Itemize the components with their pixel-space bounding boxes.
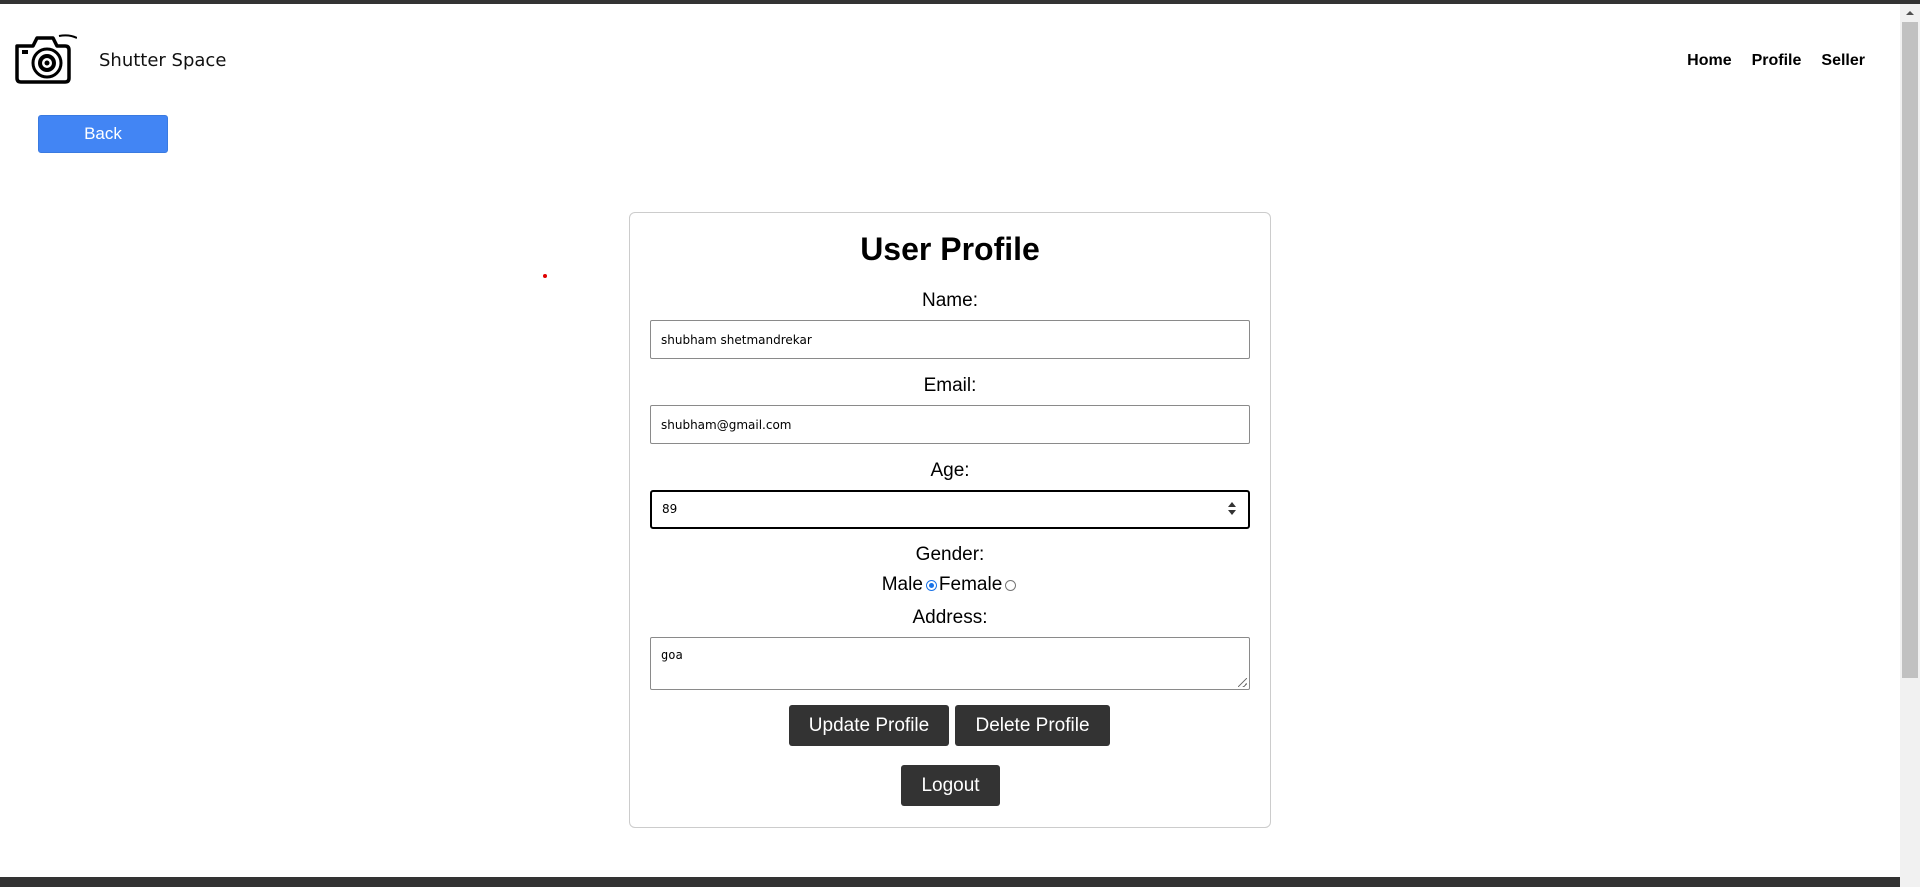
nav-home-link[interactable]: Home — [1687, 52, 1731, 70]
gender-male-radio[interactable] — [925, 579, 937, 591]
number-spinner-icon[interactable] — [1228, 502, 1236, 516]
address-label: Address: — [912, 607, 988, 628]
age-label: Age: — [930, 460, 970, 481]
name-field[interactable] — [650, 320, 1250, 359]
nav-profile-link[interactable]: Profile — [1752, 52, 1802, 70]
email-label: Email: — [923, 375, 977, 396]
camera-icon[interactable] — [13, 32, 78, 88]
nav-seller-link[interactable]: Seller — [1821, 52, 1865, 70]
age-field[interactable]: 89 — [650, 490, 1250, 529]
update-profile-button[interactable]: Update Profile — [789, 705, 949, 746]
gender-label: Gender: — [915, 544, 985, 565]
scrollbar-thumb[interactable] — [1902, 22, 1918, 678]
name-label: Name: — [922, 290, 978, 311]
gender-option-male-label: Male — [881, 574, 923, 595]
gender-option-female-label: Female — [938, 574, 1003, 595]
address-value: goa — [661, 648, 683, 662]
resize-handle-icon[interactable] — [1238, 678, 1247, 687]
page: Shutter Space Home Profile Seller Back U… — [0, 0, 1920, 887]
age-value: 89 — [662, 502, 678, 516]
delete-profile-button[interactable]: Delete Profile — [955, 705, 1110, 746]
cursor-dot — [543, 274, 547, 278]
footer-bar — [0, 877, 1900, 887]
email-field[interactable] — [650, 405, 1250, 444]
gender-radio-group: Male Female — [630, 574, 1270, 596]
main-nav: Home Profile Seller — [1687, 52, 1865, 70]
vertical-scrollbar[interactable] — [1900, 4, 1920, 887]
scroll-up-arrow-icon[interactable] — [1900, 4, 1920, 21]
brand-name: Shutter Space — [99, 50, 227, 71]
page-title: User Profile — [860, 231, 1040, 267]
back-button[interactable]: Back — [38, 115, 168, 153]
gender-female-radio[interactable] — [1005, 579, 1017, 591]
profile-card: User Profile Name: Email: Age: 89 Gender… — [629, 212, 1271, 828]
logout-button[interactable]: Logout — [901, 765, 1000, 806]
header: Shutter Space Home Profile Seller — [0, 4, 1900, 114]
address-field[interactable]: goa — [650, 637, 1250, 690]
